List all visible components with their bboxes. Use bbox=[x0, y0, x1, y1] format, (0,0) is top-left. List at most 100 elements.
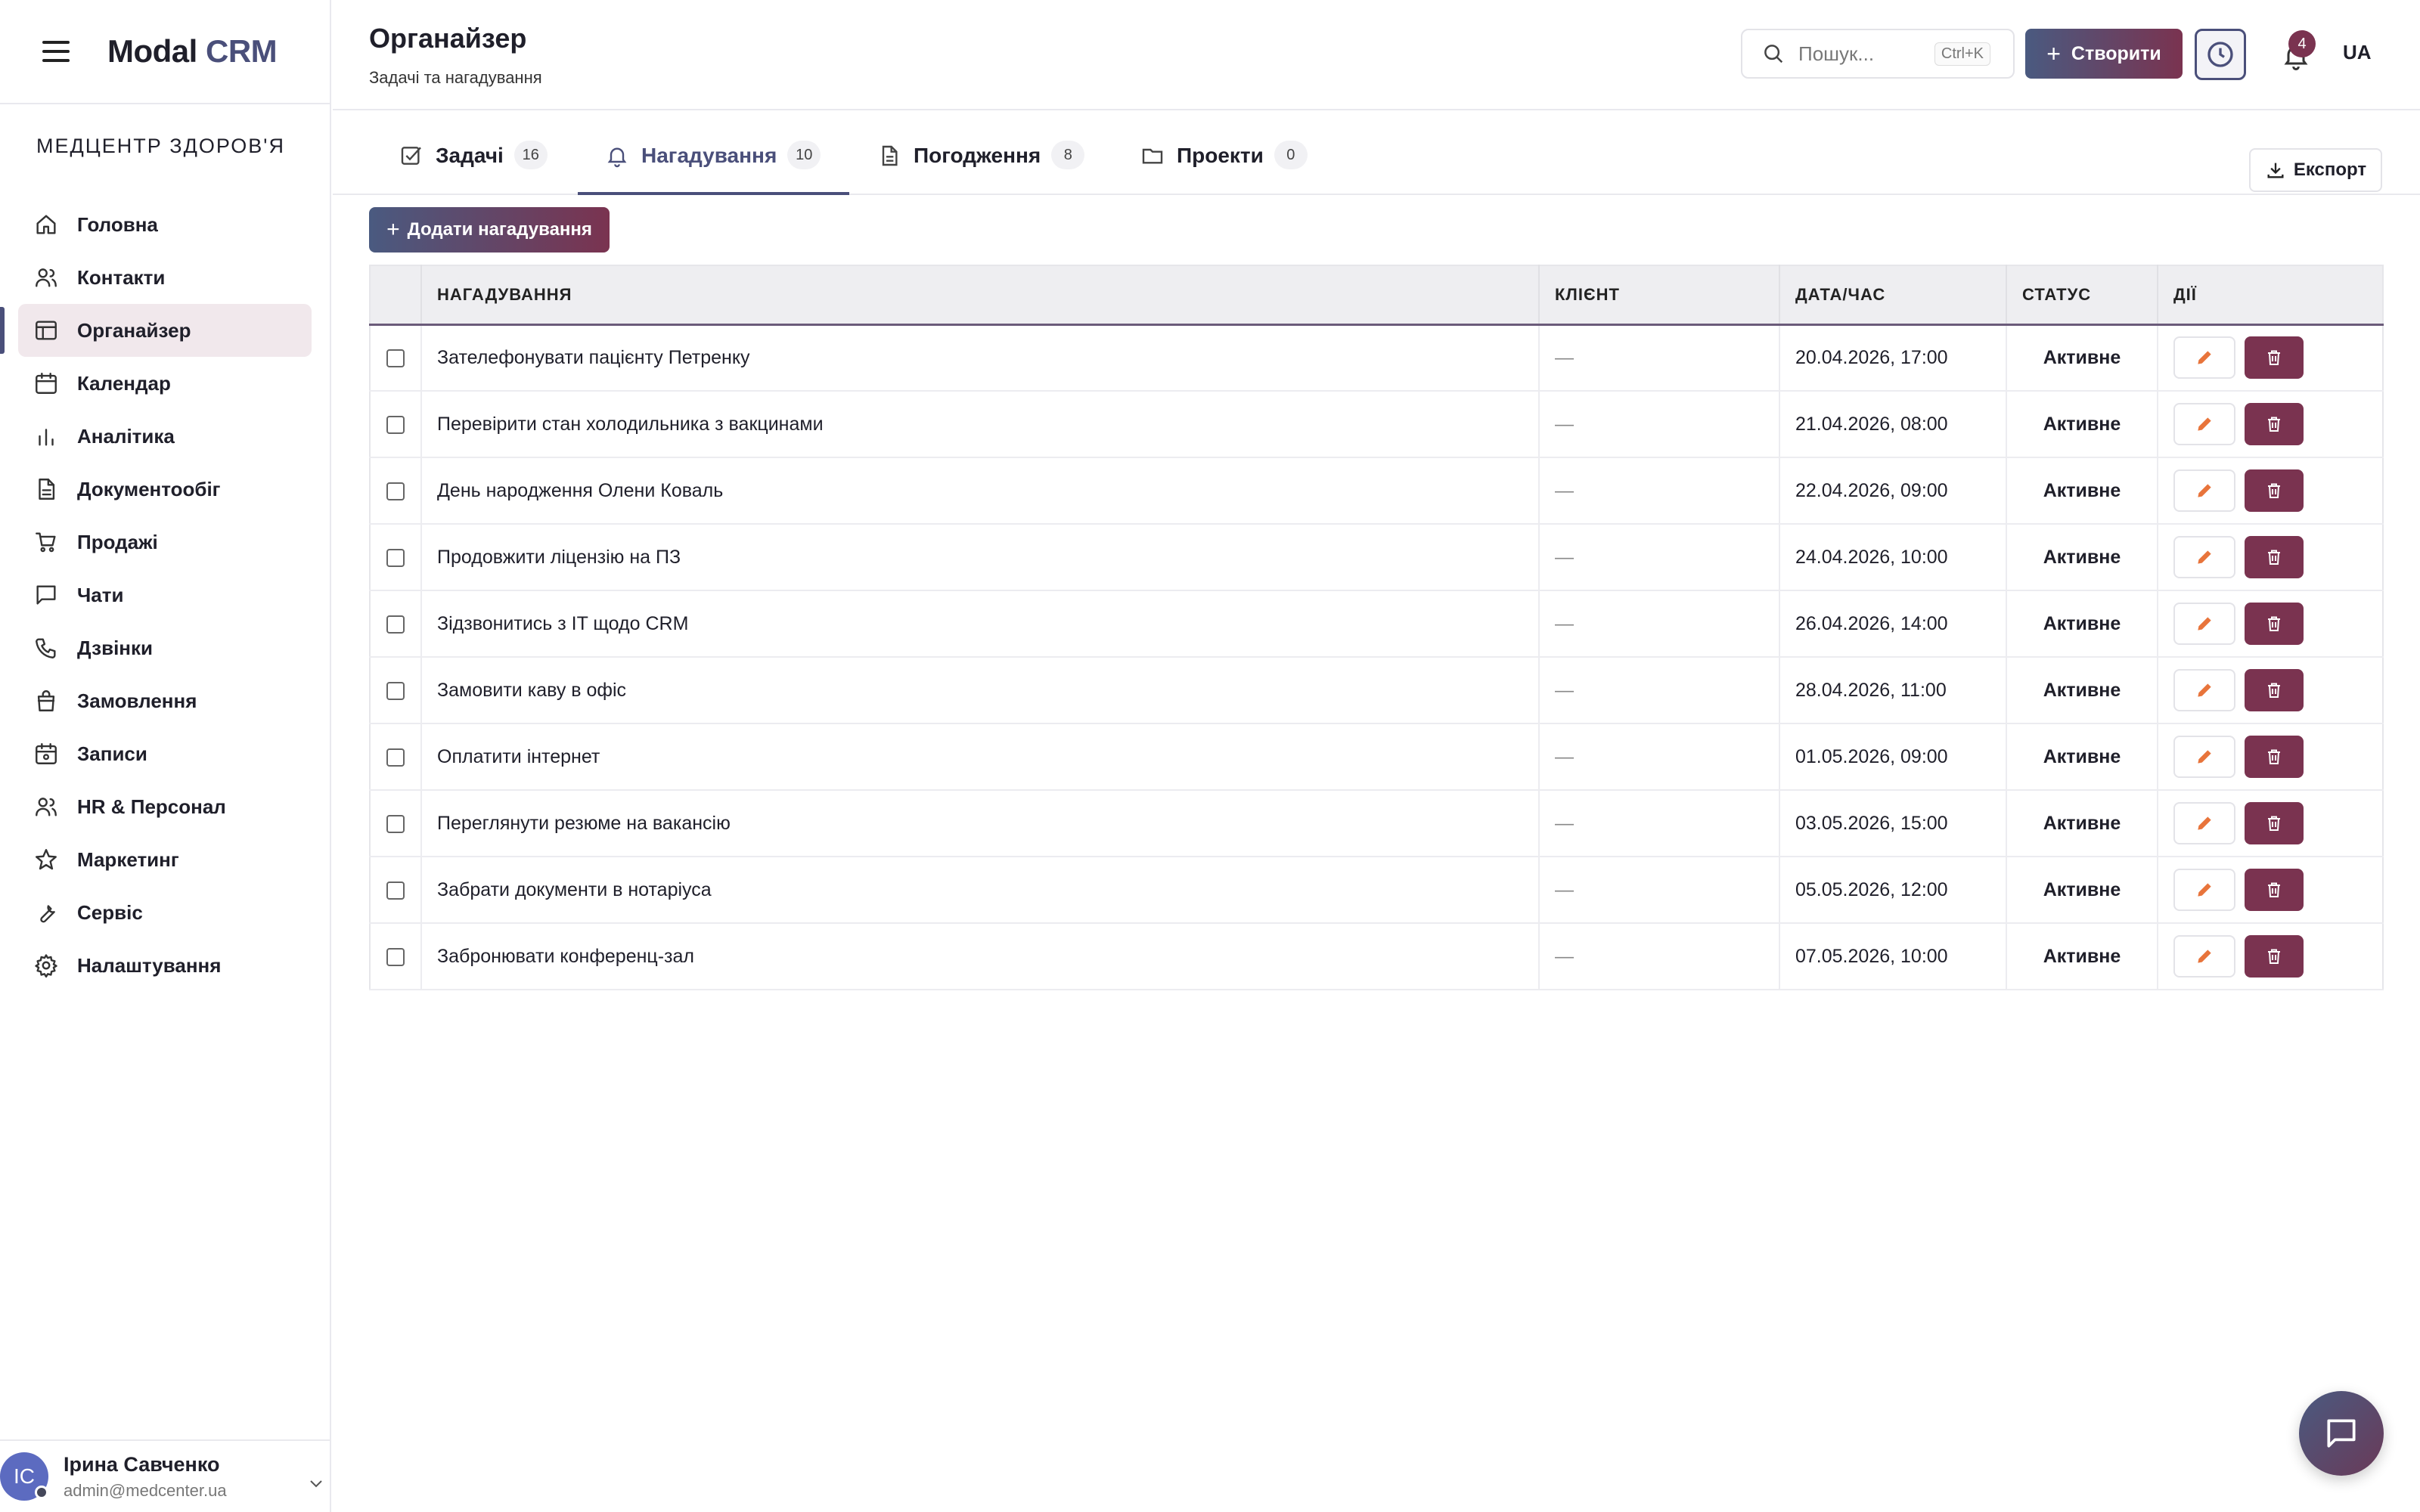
user-name: Ірина Савченко bbox=[64, 1452, 220, 1476]
column-header-reminder[interactable]: НАГАДУВАННЯ bbox=[421, 265, 1540, 326]
row-checkbox[interactable] bbox=[386, 748, 405, 767]
row-checkbox[interactable] bbox=[386, 681, 405, 700]
edit-button[interactable] bbox=[2173, 336, 2235, 380]
chevron-down-icon[interactable] bbox=[309, 1476, 324, 1493]
search-box[interactable]: Ctrl+K bbox=[1741, 29, 2015, 79]
add-reminder-button[interactable]: + Додати нагадування bbox=[369, 207, 610, 253]
sidebar-item-12[interactable]: Маркетинг bbox=[18, 833, 312, 886]
row-checkbox[interactable] bbox=[386, 814, 405, 833]
sidebar-item-6[interactable]: Продажі bbox=[18, 516, 312, 569]
sidebar-item-0[interactable]: Головна bbox=[18, 198, 312, 251]
table-row[interactable]: Забрати документи в нотаріуса —05.05.2026… bbox=[370, 857, 2383, 924]
sidebar-item-4[interactable]: Аналітика bbox=[18, 410, 312, 463]
sidebar-item-9[interactable]: Замовлення bbox=[18, 674, 312, 727]
pencil-icon bbox=[2198, 550, 2211, 564]
delete-button[interactable] bbox=[2245, 336, 2304, 380]
table-row[interactable]: Перевірити стан холодильника з вакцинами… bbox=[370, 391, 2383, 458]
row-checkbox[interactable] bbox=[386, 349, 405, 368]
search-shortcut: Ctrl+K bbox=[1934, 42, 1990, 66]
row-checkbox[interactable] bbox=[386, 482, 405, 500]
sidebar-item-7[interactable]: Чати bbox=[18, 569, 312, 621]
row-actions bbox=[2158, 524, 2383, 591]
table-row[interactable]: Зідзвонитись з IT щодо CRM —26.04.2026, 1… bbox=[370, 590, 2383, 658]
table-row[interactable]: Продовжити ліцензію на ПЗ —24.04.2026, 10… bbox=[370, 524, 2383, 591]
edit-button[interactable] bbox=[2173, 403, 2235, 445]
edit-button[interactable] bbox=[2173, 469, 2235, 512]
column-header-client[interactable]: КЛІЄНТ bbox=[1539, 265, 1780, 326]
sidebar-item-13[interactable]: Сервіс bbox=[18, 886, 312, 939]
reminder-title: Замовити каву в офіс bbox=[421, 657, 1540, 724]
pencil-icon bbox=[2198, 883, 2211, 897]
row-actions bbox=[2158, 657, 2383, 724]
delete-button[interactable] bbox=[2245, 669, 2304, 711]
edit-button[interactable] bbox=[2173, 536, 2235, 578]
edit-button[interactable] bbox=[2173, 669, 2235, 711]
delete-button[interactable] bbox=[2245, 536, 2304, 578]
calendar-icon bbox=[33, 370, 59, 396]
sidebar-item-3[interactable]: Календар bbox=[18, 357, 312, 410]
row-checkbox-cell bbox=[370, 324, 422, 392]
row-checkbox[interactable] bbox=[386, 615, 405, 634]
row-checkbox-cell bbox=[370, 391, 422, 458]
reminder-datetime: 07.05.2026, 10:00 bbox=[1779, 923, 2007, 990]
row-checkbox[interactable] bbox=[386, 881, 405, 900]
column-header-datetime[interactable]: ДАТА/ЧАС bbox=[1779, 265, 2007, 326]
delete-button[interactable] bbox=[2245, 603, 2304, 645]
sidebar-item-1[interactable]: Контакти bbox=[18, 251, 312, 304]
delete-button[interactable] bbox=[2245, 935, 2304, 978]
sidebar-item-11[interactable]: HR & Персонал bbox=[18, 780, 312, 833]
row-checkbox[interactable] bbox=[386, 947, 405, 966]
edit-button[interactable] bbox=[2173, 935, 2235, 978]
column-header-status[interactable]: СТАТУС bbox=[2006, 265, 2158, 326]
export-button[interactable]: Експорт bbox=[2249, 148, 2382, 192]
edit-button[interactable] bbox=[2173, 736, 2235, 778]
delete-button[interactable] bbox=[2245, 802, 2304, 844]
table-row[interactable]: Зателефонувати пацієнту Петренку —20.04.2… bbox=[370, 324, 2383, 392]
sidebar-item-2[interactable]: Органайзер bbox=[0, 304, 312, 357]
tab-reminders[interactable]: Нагадування 10 bbox=[577, 141, 850, 195]
row-checkbox-cell bbox=[370, 790, 422, 857]
reminder-client: — bbox=[1539, 857, 1780, 924]
pencil-icon bbox=[2198, 950, 2211, 963]
table-row[interactable]: Забронювати конференц-зал —07.05.2026, 10… bbox=[370, 923, 2383, 990]
row-checkbox[interactable] bbox=[386, 548, 405, 567]
edit-button[interactable] bbox=[2173, 603, 2235, 645]
table-row[interactable]: Переглянути резюме на вакансію —03.05.202… bbox=[370, 790, 2383, 857]
table-row[interactable]: День народження Олени Коваль —22.04.2026,… bbox=[370, 457, 2383, 525]
reminder-client: — bbox=[1539, 657, 1780, 724]
table-row[interactable]: Замовити каву в офіс —28.04.2026, 11:00 Ак… bbox=[370, 657, 2383, 724]
delete-button[interactable] bbox=[2245, 469, 2304, 512]
row-checkbox[interactable] bbox=[386, 415, 405, 434]
tab-count: 16 bbox=[513, 141, 548, 169]
delete-button[interactable] bbox=[2245, 403, 2304, 445]
create-button[interactable]: + Створити bbox=[2025, 29, 2183, 79]
reminder-client: — bbox=[1539, 590, 1780, 658]
edit-button[interactable] bbox=[2173, 802, 2235, 844]
tab-approvals[interactable]: Погодження 8 bbox=[877, 141, 1085, 195]
reminder-client: — bbox=[1539, 391, 1780, 458]
delete-button[interactable] bbox=[2245, 736, 2304, 778]
export-button-label: Експорт bbox=[2293, 160, 2367, 180]
reminder-datetime: 20.04.2026, 17:00 bbox=[1779, 324, 2007, 392]
menu-icon[interactable] bbox=[42, 41, 70, 62]
sidebar-item-14[interactable]: Налаштування bbox=[18, 939, 312, 992]
edit-button[interactable] bbox=[2173, 869, 2235, 911]
app-logo[interactable]: Modal CRM bbox=[107, 33, 278, 70]
sidebar-item-5[interactable]: Документообіг bbox=[18, 463, 312, 516]
reminder-title: Забрати документи в нотаріуса bbox=[421, 857, 1540, 924]
chat-button[interactable] bbox=[2299, 1391, 2384, 1476]
sidebar-item-10[interactable]: Записи bbox=[18, 727, 312, 780]
tab-projects[interactable]: Проекти 0 bbox=[1140, 141, 1308, 195]
phone-icon bbox=[33, 635, 59, 661]
search-input[interactable] bbox=[1798, 42, 1927, 66]
sidebar-item-8[interactable]: Дзвінки bbox=[18, 621, 312, 674]
avatar: IC bbox=[0, 1452, 48, 1501]
row-actions bbox=[2158, 923, 2383, 990]
clock-button[interactable] bbox=[2195, 29, 2246, 80]
table-row[interactable]: Оплатити інтернет —01.05.2026, 09:00 Актив… bbox=[370, 723, 2383, 791]
user-profile[interactable]: IC Ірина Савченко admin@medcenter.ua bbox=[0, 1439, 331, 1512]
language-switcher[interactable]: UA bbox=[2343, 41, 2372, 64]
tab-tasks[interactable]: Задачі 16 bbox=[399, 141, 548, 195]
row-actions bbox=[2158, 324, 2383, 392]
delete-button[interactable] bbox=[2245, 869, 2304, 911]
